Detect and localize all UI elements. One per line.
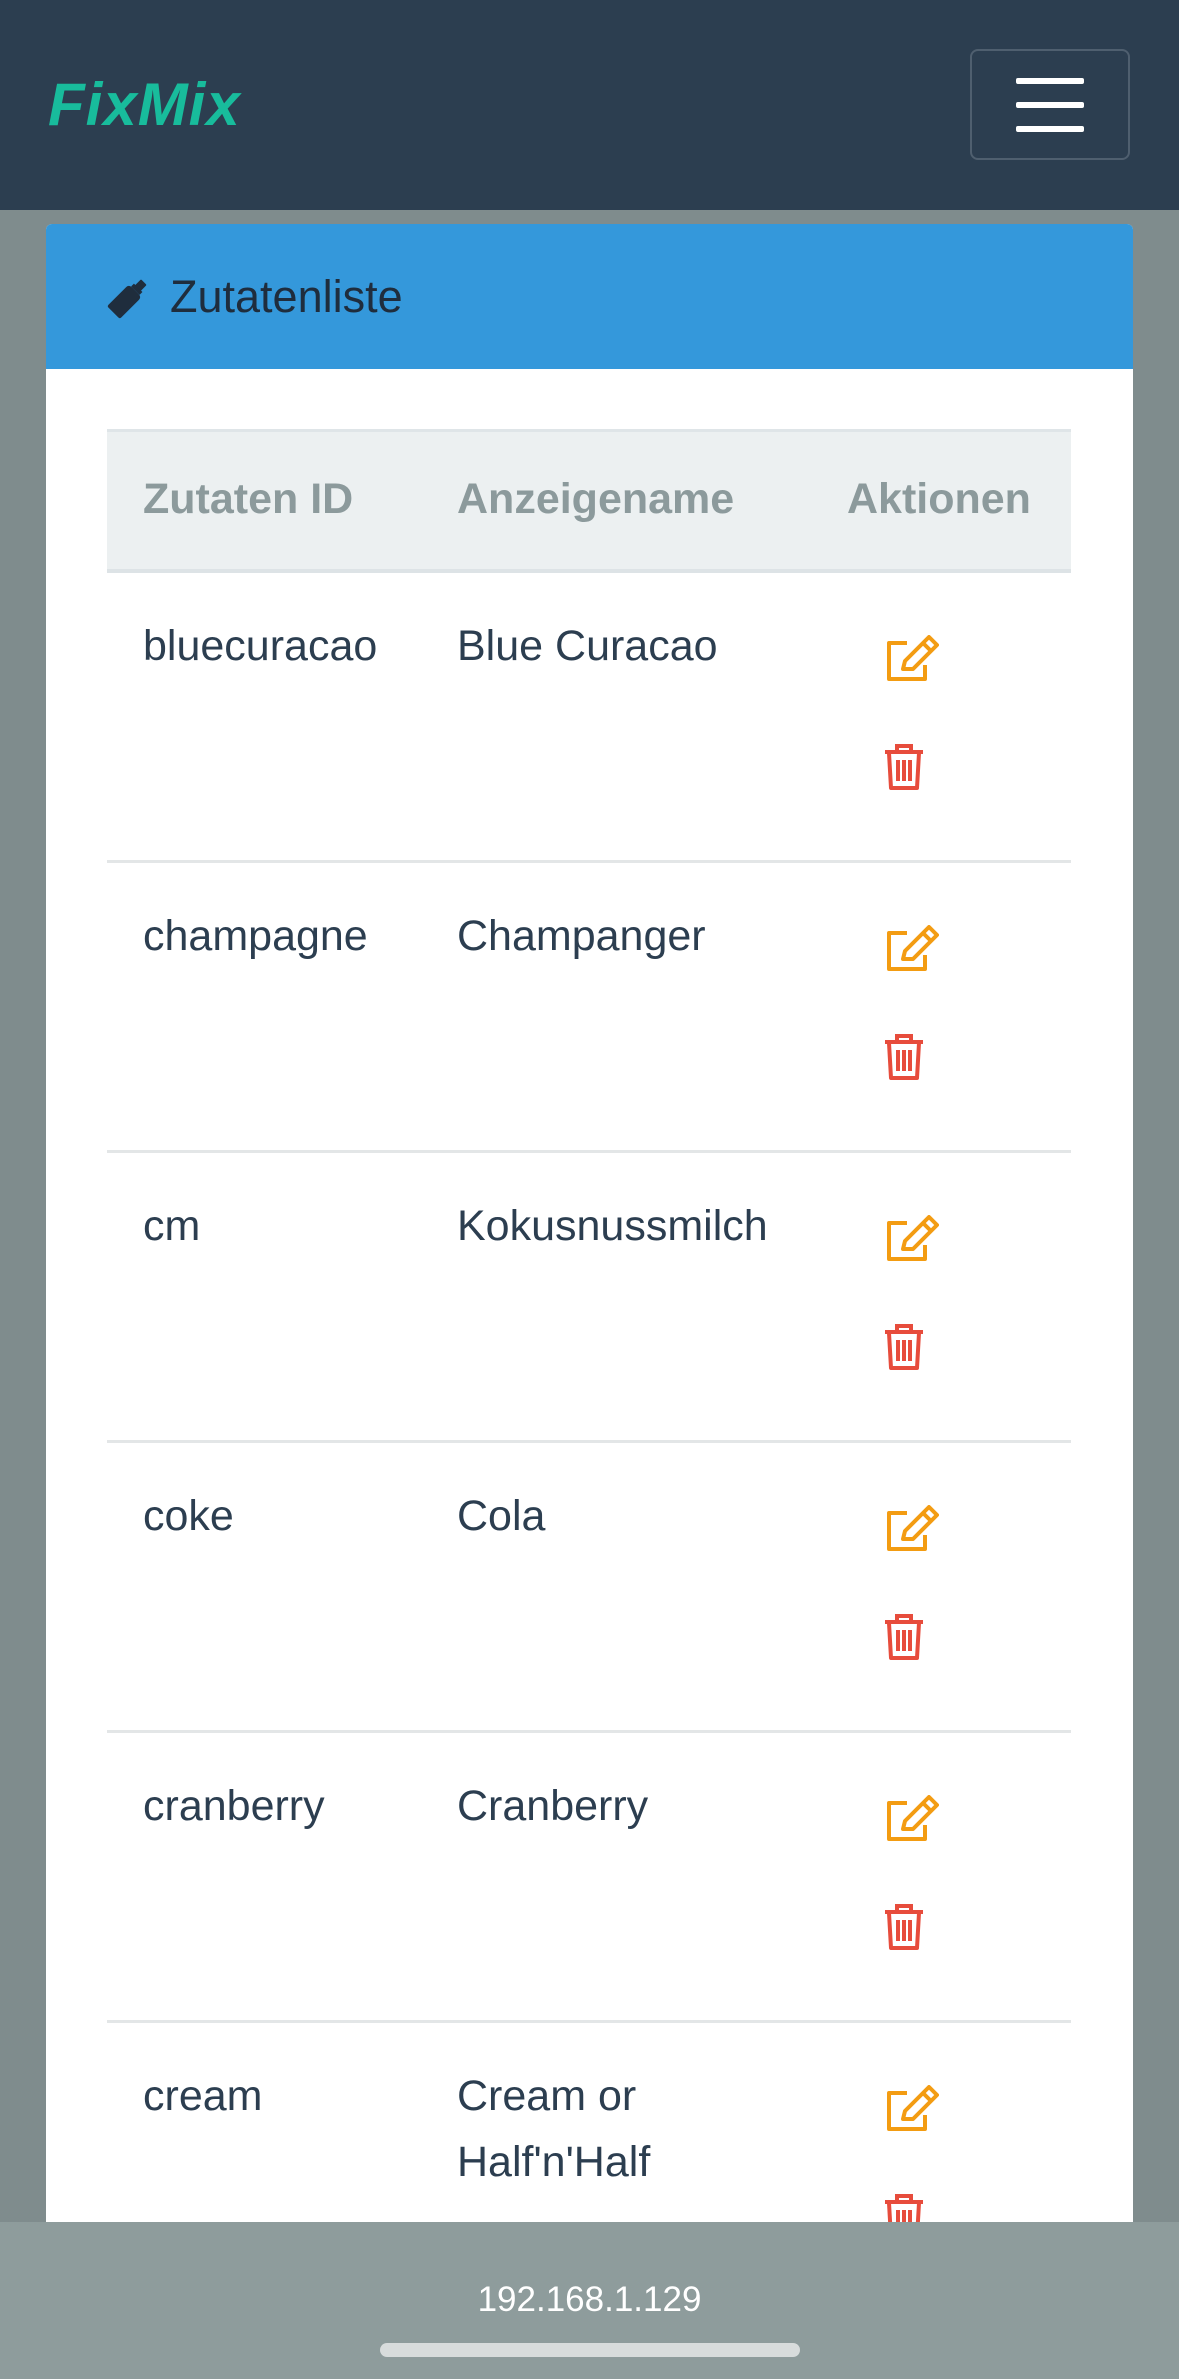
browser-bottom-bar: 192.168.1.129 [0, 2222, 1179, 2379]
ingredient-name: Blue Curacao [457, 622, 718, 670]
ingredient-id: cream [143, 2072, 263, 2120]
hamburger-menu-icon-line [1016, 101, 1084, 108]
hamburger-menu-icon-line [1016, 125, 1084, 132]
bottle-icon [107, 279, 147, 318]
ingredient-name: Cola [457, 1492, 546, 1540]
edit-icon[interactable] [885, 635, 939, 683]
menu-toggle-button[interactable] [970, 49, 1130, 160]
ingredients-table: Zutaten ID Anzeigename Aktionen bluecura… [107, 429, 1071, 2244]
trash-icon[interactable] [883, 1033, 925, 1081]
ingredients-card: Zutatenliste Zutaten ID Anzeigename Akti… [46, 224, 1133, 2244]
trash-icon[interactable] [883, 1903, 925, 1951]
header-aktionen: Aktionen [847, 475, 1031, 523]
table-row: champagne Champanger [107, 863, 1071, 1153]
ingredient-name: Cranberry [457, 1782, 649, 1830]
table-row: cream Cream or Half'n'Half [107, 2023, 1071, 2244]
ingredient-name: Cream or Half'n'Half [457, 2072, 651, 2186]
brand-logo[interactable]: FixMix [48, 70, 241, 139]
home-indicator[interactable] [380, 2343, 800, 2357]
edit-icon[interactable] [885, 1215, 939, 1263]
ingredient-name: Kokusnussmilch [457, 1202, 768, 1250]
trash-icon[interactable] [883, 1613, 925, 1661]
table-row: cm Kokusnussmilch [107, 1153, 1071, 1443]
url-display[interactable]: 192.168.1.129 [0, 2280, 1179, 2320]
ingredient-id: champagne [143, 912, 368, 960]
table-row: coke Cola [107, 1443, 1071, 1733]
table-row: bluecuracao Blue Curacao [107, 573, 1071, 863]
trash-icon[interactable] [883, 1323, 925, 1371]
table-row: cranberry Cranberry [107, 1733, 1071, 2023]
edit-icon[interactable] [885, 2085, 939, 2133]
ingredient-name: Champanger [457, 912, 706, 960]
navbar: FixMix [0, 0, 1179, 210]
edit-icon[interactable] [885, 1505, 939, 1553]
card-title: Zutatenliste [170, 270, 403, 322]
table-header: Zutaten ID Anzeigename Aktionen [107, 429, 1071, 573]
header-zutaten-id: Zutaten ID [143, 475, 354, 523]
trash-icon[interactable] [883, 743, 925, 791]
ingredient-id: bluecuracao [143, 622, 378, 670]
hamburger-menu-icon [1016, 77, 1084, 84]
header-anzeigename: Anzeigename [457, 475, 735, 523]
ingredient-id: coke [143, 1492, 234, 1540]
edit-icon[interactable] [885, 1795, 939, 1843]
card-header: Zutatenliste [46, 224, 1133, 369]
edit-icon[interactable] [885, 925, 939, 973]
ingredient-id: cranberry [143, 1782, 325, 1830]
ingredient-id: cm [143, 1202, 201, 1250]
